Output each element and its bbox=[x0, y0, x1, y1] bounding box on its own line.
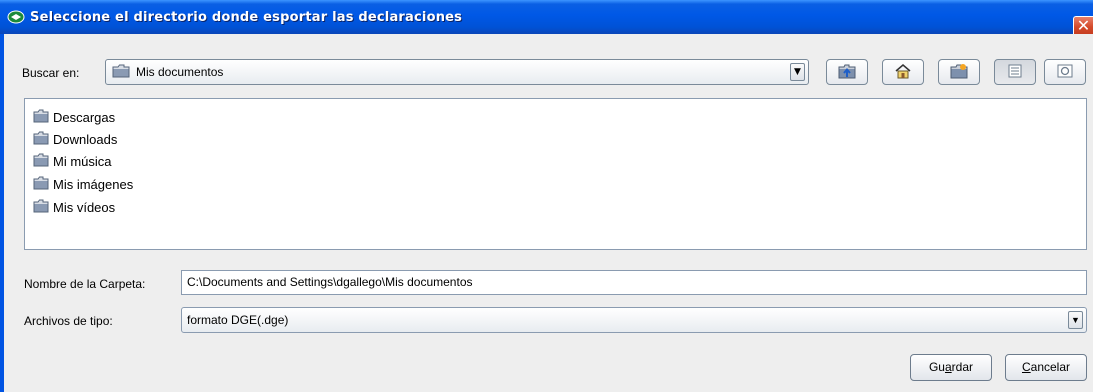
list-view-button[interactable] bbox=[994, 59, 1036, 85]
cancel-mnemonic: C bbox=[1021, 360, 1031, 374]
folder-name-label: Nombre de la Carpeta: bbox=[24, 277, 146, 291]
look-in-label: Buscar en: bbox=[22, 66, 80, 80]
list-item-label: Descargas bbox=[53, 109, 116, 125]
details-view-button[interactable] bbox=[1044, 59, 1086, 85]
new-folder-icon bbox=[950, 63, 968, 82]
home-icon bbox=[894, 63, 912, 82]
list-item[interactable]: Mis vídeos bbox=[33, 197, 115, 217]
list-item-label: Mi música bbox=[53, 153, 112, 169]
folder-icon bbox=[33, 131, 49, 148]
file-type-label: Archivos de tipo: bbox=[24, 314, 113, 328]
title-bar[interactable]: Seleccione el directorio donde esportar … bbox=[0, 0, 1093, 38]
file-type-value: formato DGE(.dge) bbox=[187, 313, 289, 327]
folder-icon bbox=[33, 153, 49, 170]
folder-icon bbox=[33, 176, 49, 193]
folder-icon bbox=[33, 199, 49, 216]
file-list[interactable]: Descargas Downloads Mi música Mis imágen… bbox=[24, 98, 1087, 250]
new-folder-button[interactable] bbox=[938, 59, 980, 85]
list-item[interactable]: Downloads bbox=[33, 129, 117, 149]
list-item[interactable]: Descargas bbox=[33, 107, 115, 127]
app-icon bbox=[6, 9, 26, 25]
list-view-icon bbox=[1008, 64, 1022, 81]
chevron-down-icon[interactable]: ▼ bbox=[790, 63, 805, 81]
cancel-button[interactable]: Cancelar bbox=[1005, 354, 1087, 381]
save-mnemonic: a bbox=[944, 360, 952, 374]
save-label-suffix: rdar bbox=[951, 360, 974, 374]
up-folder-button[interactable] bbox=[826, 59, 868, 85]
look-in-combo[interactable]: Mis documentos ▼ bbox=[105, 59, 809, 85]
list-item-label: Mis imágenes bbox=[53, 176, 134, 192]
list-item-label: Mis vídeos bbox=[53, 199, 116, 215]
cancel-label-suffix: ancelar bbox=[1030, 360, 1071, 374]
dialog-window: Seleccione el directorio donde esportar … bbox=[0, 0, 1093, 392]
window-title: Seleccione el directorio donde esportar … bbox=[30, 9, 463, 25]
details-view-icon bbox=[1057, 64, 1073, 81]
save-label-prefix: Gu bbox=[928, 360, 945, 374]
up-folder-icon bbox=[838, 63, 856, 82]
save-button[interactable]: Guardar bbox=[910, 354, 992, 381]
file-type-combo[interactable]: formato DGE(.dge) ▼ bbox=[181, 307, 1087, 333]
folder-icon bbox=[112, 64, 130, 81]
look-in-value: Mis documentos bbox=[136, 65, 224, 79]
list-item-label: Downloads bbox=[53, 131, 118, 147]
list-item[interactable]: Mis imágenes bbox=[33, 174, 133, 194]
chevron-down-icon[interactable]: ▼ bbox=[1068, 311, 1083, 329]
folder-name-field[interactable]: C:\Documents and Settings\dgallego\Mis d… bbox=[181, 270, 1087, 295]
folder-icon bbox=[33, 109, 49, 126]
list-item[interactable]: Mi música bbox=[33, 151, 112, 171]
home-button[interactable] bbox=[882, 59, 924, 85]
